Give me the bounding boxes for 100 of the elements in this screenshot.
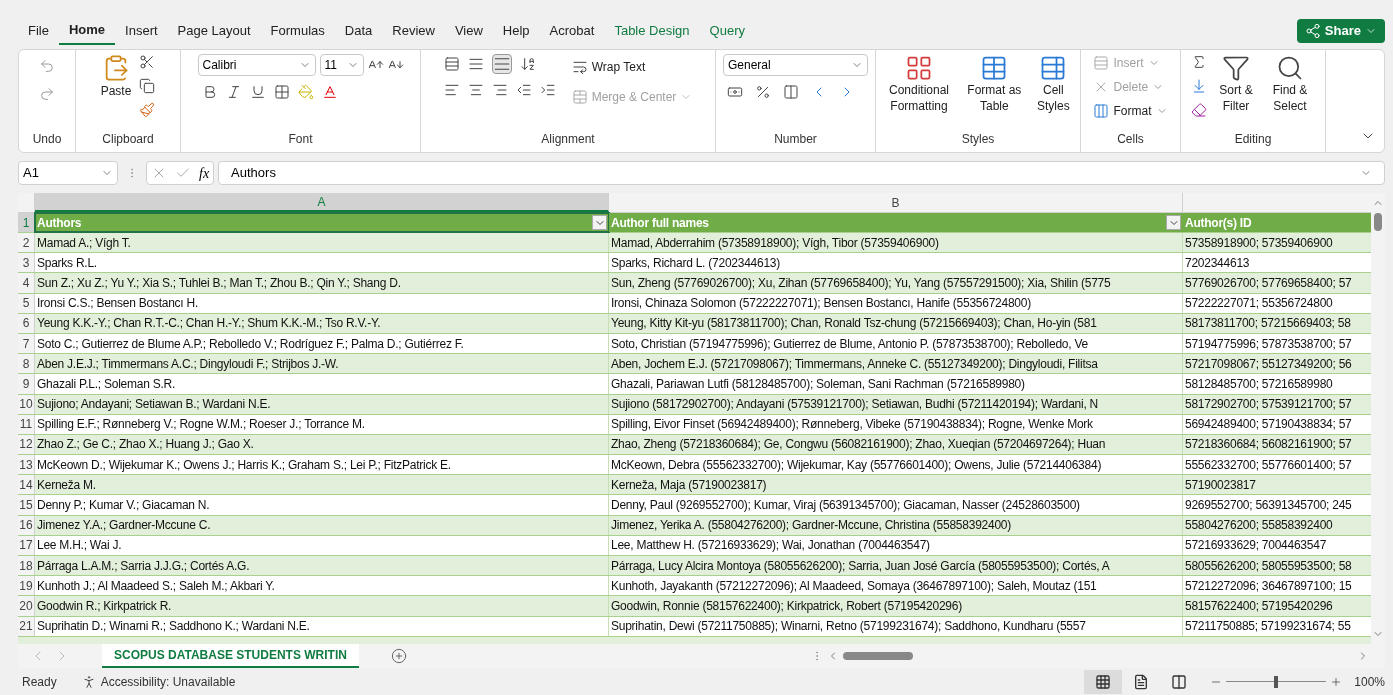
page-break-icon	[1171, 673, 1188, 690]
scissors-icon[interactable]	[139, 54, 156, 70]
row-number[interactable]: 3	[18, 253, 35, 273]
format-button[interactable]: Format	[1093, 102, 1168, 120]
page-icon	[1133, 673, 1150, 690]
sum-icon[interactable]	[1191, 54, 1207, 70]
currency-icon[interactable]	[727, 84, 743, 100]
group-label: Alignment	[541, 131, 595, 148]
paintbrush-icon[interactable]	[139, 102, 156, 118]
cell-styles-button[interactable]: Cell Styles	[1030, 54, 1076, 114]
row-number[interactable]: 18	[18, 556, 35, 576]
table-cell: Kerneža M.	[35, 475, 609, 495]
middle-align-icon[interactable]	[467, 56, 484, 72]
row-number[interactable]: 13	[18, 455, 35, 475]
slider-thumb[interactable]	[1274, 675, 1279, 688]
table-cell: Sparks R.L.	[35, 253, 609, 273]
accessibility-status[interactable]: Accessibility: Unavailable	[100, 672, 236, 691]
view-button[interactable]	[1084, 669, 1123, 694]
cells-icon	[1093, 103, 1110, 119]
eraser-icon[interactable]	[1191, 102, 1207, 118]
ribbon-tab[interactable]: Formulas	[260, 17, 335, 45]
add-sheet-icon[interactable]	[390, 648, 407, 664]
column-header[interactable]: A	[35, 193, 609, 212]
table-cell: Ironsi C.S.; Bensen Bostancı H.	[35, 293, 609, 313]
table-cell: Kunhoth, Jayakanth (57212272096); Al Maadeed, Somaya (36467897100); Saleh, Moutaz (151	[609, 576, 1183, 596]
row-number[interactable]: 14	[18, 475, 35, 495]
row-number[interactable]: 9	[18, 374, 35, 394]
wrap-text-icon	[571, 59, 588, 75]
ribbon-tab[interactable]: Table Design	[604, 17, 700, 45]
zoom-in-icon[interactable]	[1330, 675, 1343, 688]
align-right-icon[interactable]	[491, 82, 508, 98]
table-cell-text: 58172902700; 57539121700; 57	[1184, 396, 1353, 414]
font-dropdown[interactable]: Calibri	[197, 54, 316, 76]
table-cell: Spilling E.F.; Rønneberg V.; Rogne W.M.; Roeser J.; Torrance M.	[35, 414, 609, 434]
font-size-dropdown[interactable]: 11	[319, 54, 364, 76]
sort-filter-button[interactable]: Sort & Filter	[1211, 54, 1261, 114]
table-cell-text: 57216933629; 7004463547	[1184, 537, 1328, 555]
column-header[interactable]: B	[609, 193, 1183, 212]
row-number[interactable]: 20	[18, 596, 35, 616]
bottom-align-icon[interactable]	[491, 54, 512, 74]
table-cell: Párraga, Lucy Alcira Montoya (58055626200); Sarria, Juan José García (58055953500); Cortés, A	[609, 556, 1183, 576]
filter-icon	[1222, 54, 1250, 82]
row-number[interactable]: 15	[18, 495, 35, 515]
table-cell-text: 58157622400; 57195420296	[1184, 597, 1334, 615]
table-cell-text: 57194775996; 57873538700; 57	[1184, 335, 1353, 353]
find-select-button[interactable]: Find & Select	[1265, 54, 1315, 114]
undo-icon[interactable]	[39, 58, 55, 74]
conditional-formatting-button[interactable]: Conditional Formatting	[880, 54, 958, 114]
sheet-tab[interactable]: SCOPUS DATABASE STUDENTS WRITIN	[102, 644, 359, 668]
filter-dropdown[interactable]	[592, 215, 607, 230]
copy-icon[interactable]	[139, 78, 156, 94]
group-label: Undo	[32, 131, 62, 148]
fill-color-icon[interactable]	[297, 84, 314, 100]
paste-button[interactable]: Paste	[100, 54, 132, 100]
wrap-text-button[interactable]: Wrap Text	[571, 58, 693, 76]
border-icon[interactable]	[273, 84, 290, 100]
share-button[interactable]: Share	[1296, 19, 1385, 43]
ribbon-tab[interactable]: File	[18, 17, 59, 45]
table-cell-text: 9269552700; 56391345700; 245	[1184, 497, 1353, 515]
percent-icon[interactable]	[755, 84, 771, 100]
share-icon[interactable]	[1304, 23, 1321, 39]
zoom-slider[interactable]	[1226, 675, 1327, 688]
align-left-icon[interactable]	[443, 82, 460, 98]
ribbon-tab[interactable]: Page Layout	[167, 17, 261, 45]
table-cell: Kerneža, Maja (57190023817)	[609, 475, 1183, 495]
ribbon-tab[interactable]: View	[444, 17, 493, 45]
decrease-indent-icon[interactable]	[515, 82, 532, 98]
table-cell: Soto C.; Gutierrez de Blume A.P.; Rebolledo V.; Rodríguez F.; Palma D.; Gutiérrez F.	[35, 333, 609, 354]
ribbon-tab[interactable]: Home	[58, 17, 116, 45]
table-cell: Sujiono (58172902700); Andayani (57539121700); Setiawan, Budhi (57211420194); Wardani, N	[609, 394, 1183, 414]
table-cell: McKeown D.; Wijekumar K.; Owens J.; Harris K.; Graham S.; Lei P.; FitzPatrick E.	[35, 455, 609, 475]
ribbon-tab[interactable]: Help	[492, 17, 540, 45]
align-center-icon[interactable]	[467, 82, 484, 98]
ribbon-tab[interactable]: Acrobat	[539, 17, 605, 45]
formula-input[interactable]: Authors	[218, 161, 1385, 185]
ribbon-tab[interactable]: Query	[699, 17, 755, 45]
zoom-level[interactable]: 100%	[1354, 672, 1385, 691]
row-number[interactable]: 8	[18, 354, 35, 374]
name-box[interactable]: A1	[18, 161, 118, 185]
scroll-thumb[interactable]	[1374, 213, 1382, 231]
row-number[interactable]: 19	[18, 576, 35, 596]
fill-icon[interactable]	[1191, 78, 1207, 94]
format-as-table-button[interactable]: Format as Table	[962, 54, 1027, 114]
orientation-icon[interactable]	[519, 56, 536, 72]
underline-icon[interactable]	[249, 84, 266, 100]
table-cell-text: 58128485700; 57216589980	[1184, 375, 1334, 393]
table-header-cell: Authors	[35, 213, 609, 232]
ribbon-tab[interactable]: Review	[382, 17, 445, 45]
ribbon-tab[interactable]: Insert	[115, 17, 168, 45]
increase-indent-icon[interactable]	[539, 82, 556, 98]
filter-dropdown[interactable]	[1166, 215, 1181, 230]
ribbon-tab[interactable]: Data	[334, 17, 383, 45]
table-cell-text: 55562332700; 55776601400; 57	[1184, 456, 1353, 474]
font-color-icon[interactable]	[321, 84, 338, 100]
scroll-thumb[interactable]	[842, 652, 913, 660]
row-number[interactable]: 4	[18, 273, 35, 293]
redo-icon[interactable]	[39, 86, 55, 102]
insert-function-button[interactable]: fx	[199, 162, 210, 184]
number-format-dropdown[interactable]: General	[723, 54, 868, 76]
row-number[interactable]: 2	[18, 233, 35, 253]
